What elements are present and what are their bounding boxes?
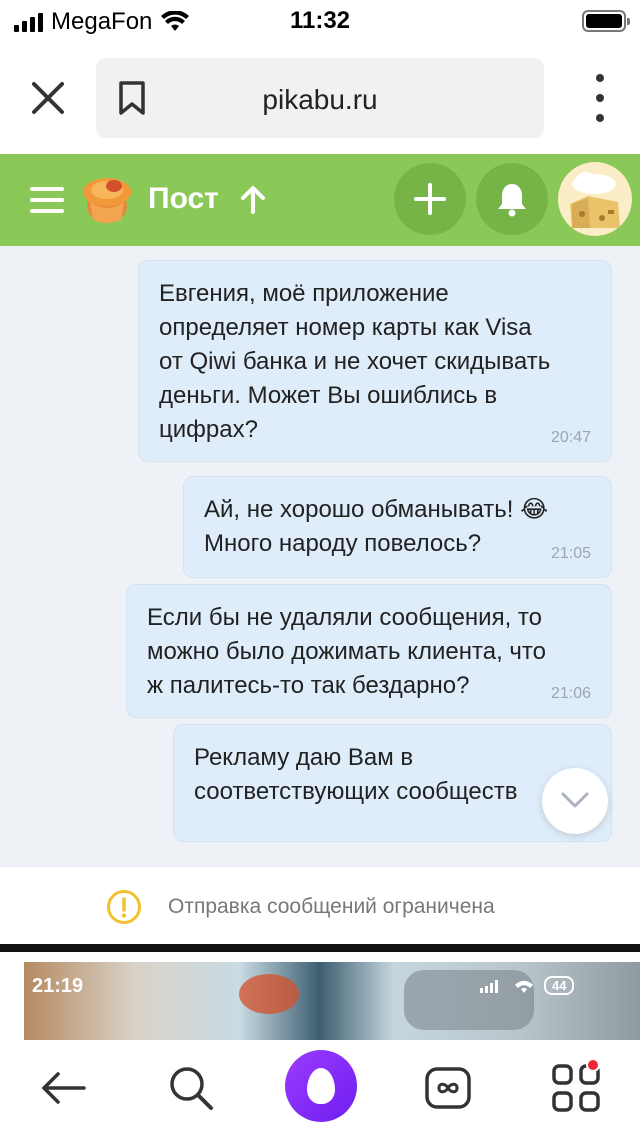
status-bar: MegaFon 11:32 [0,0,640,44]
bell-icon [498,184,526,217]
close-icon[interactable] [26,76,70,120]
message-text: Ай, не хорошо обманывать! 😂 Много народу… [204,496,549,557]
chat-area: Евгения, моё приложение определяет номер… [0,246,640,866]
screenshot-image [24,962,640,1040]
pikabu-logo-icon[interactable] [80,172,134,226]
services-button[interactable] [548,1058,604,1116]
menu-icon[interactable] [30,187,64,213]
message-text: Если бы не удаляли сообщения, то можно б… [147,604,546,699]
site-header: Пост [0,154,640,246]
chevron-down-icon [561,792,589,808]
add-button[interactable] [394,163,466,235]
wifi-icon [515,980,533,993]
more-options-icon[interactable] [594,74,606,122]
page-title: Пост [148,182,219,215]
plus-icon [414,183,446,215]
notifications-button[interactable] [476,163,548,235]
message-time: 20:47 [550,429,591,446]
browser-toolbar: pikabu.ru [0,44,640,154]
screenshot-battery: 44 [544,976,575,995]
screenshot-time: 21:19 [32,975,84,997]
battery-icon [582,10,630,32]
arrow-up-icon[interactable] [240,184,266,214]
alice-button[interactable] [285,1050,357,1122]
bottom-navigation [0,1040,640,1136]
message-text: Евгения, моё приложение определяет номер… [159,280,551,443]
warning-icon [107,890,141,924]
back-icon[interactable] [36,1060,92,1116]
alice-icon [307,1068,335,1104]
tabs-icon[interactable] [420,1060,476,1116]
signal-icon [480,979,498,993]
message-bubble[interactable]: Если бы не удаляли сообщения, то можно б… [126,584,612,718]
message-bubble[interactable]: Ай, не хорошо обманывать! 😂 Много народу… [183,476,612,578]
restriction-notice: Отправка сообщений ограничена [0,866,640,944]
address-bar[interactable]: pikabu.ru [96,58,544,138]
message-time: 21:05 [550,545,591,562]
search-icon[interactable] [163,1060,219,1116]
restriction-text: Отправка сообщений ограничена [168,895,495,918]
background-screenshot: 21:19 44 [0,952,640,1040]
screenshot-status-icons: 44 [480,976,575,995]
message-bubble[interactable]: Евгения, моё приложение определяет номер… [138,260,612,462]
notification-badge [586,1058,600,1072]
scroll-down-button[interactable] [542,768,608,834]
message-text: Рекламу даю Вам в соответствующих сообще… [194,744,518,805]
avatar[interactable] [558,162,632,236]
url-text[interactable]: pikabu.ru [96,84,544,116]
divider [0,944,640,952]
message-time: 21:06 [550,685,591,702]
status-time: 11:32 [289,7,351,34]
